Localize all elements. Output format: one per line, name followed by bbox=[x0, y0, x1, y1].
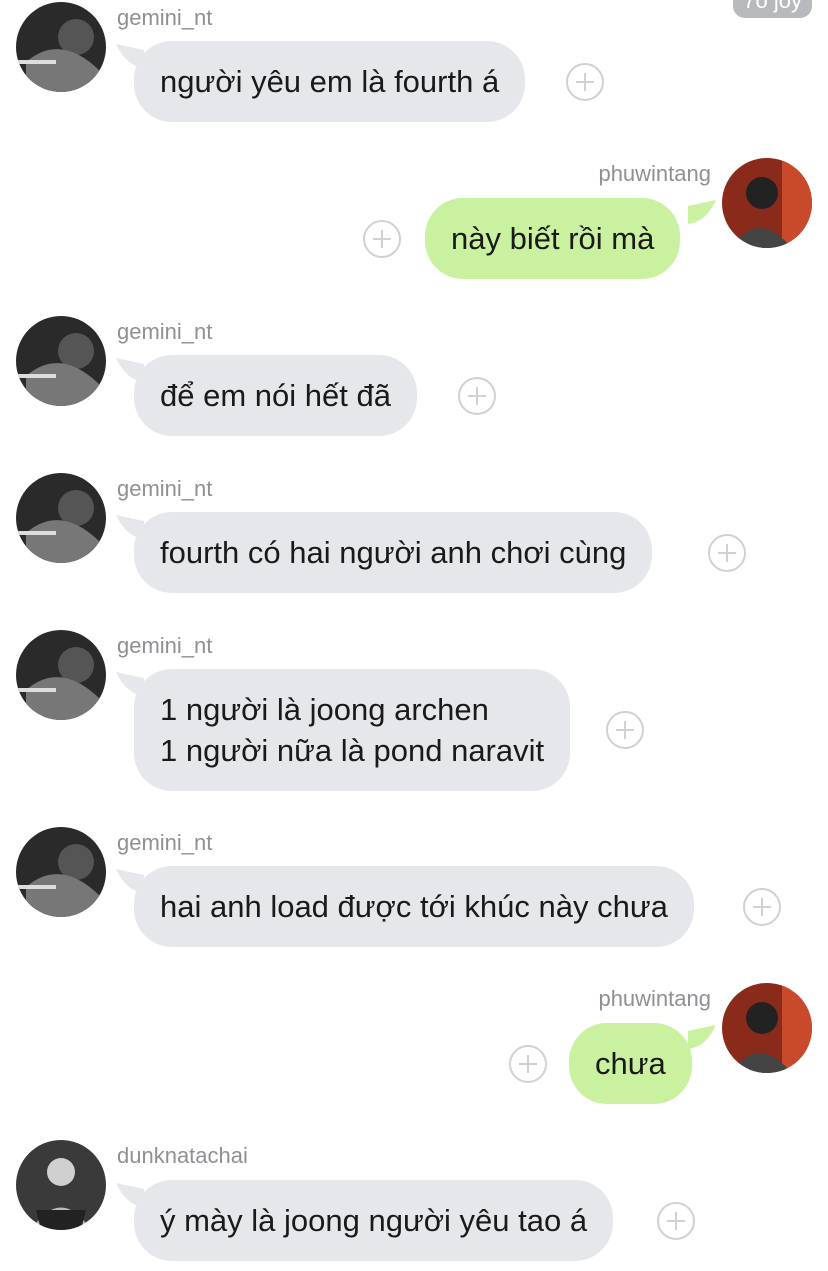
avatar-gemini[interactable] bbox=[16, 316, 106, 406]
sender-username: gemini_nt bbox=[117, 633, 213, 658]
plus-circle-icon[interactable] bbox=[458, 377, 496, 415]
plus-circle-icon[interactable] bbox=[743, 888, 781, 926]
message-bubble[interactable]: chưa bbox=[569, 1023, 692, 1104]
avatar-phuwin[interactable] bbox=[722, 158, 812, 248]
plus-circle-icon[interactable] bbox=[363, 220, 401, 258]
avatar-gemini[interactable] bbox=[16, 630, 106, 720]
message-text: người yêu em là fourth á bbox=[160, 64, 500, 99]
message-bubble[interactable]: 1 người là joong archen 1 người nữa là p… bbox=[134, 669, 571, 791]
plus-circle-icon[interactable] bbox=[606, 711, 644, 749]
avatar-gemini[interactable] bbox=[16, 2, 106, 92]
message-text-line: 1 người nữa là pond naravit bbox=[160, 733, 545, 768]
sender-username: gemini_nt bbox=[117, 5, 213, 30]
message-bubble[interactable]: fourth có hai người anh chơi cùng bbox=[134, 512, 653, 593]
message-text: để em nói hết đã bbox=[160, 378, 391, 413]
sender-username: dunknatachai bbox=[117, 1143, 248, 1168]
message-bubble[interactable]: hai anh load được tới khúc này chưa bbox=[134, 866, 694, 947]
sender-username: gemini_nt bbox=[117, 830, 213, 855]
avatar-gemini[interactable] bbox=[16, 827, 106, 917]
message-bubble[interactable]: này biết rồi mà bbox=[425, 198, 681, 279]
message-bubble[interactable]: ý mày là joong người yêu tao á bbox=[134, 1180, 614, 1261]
plus-circle-icon[interactable] bbox=[657, 1202, 695, 1240]
plus-circle-icon[interactable] bbox=[509, 1045, 547, 1083]
bubble-tail bbox=[688, 1025, 716, 1053]
message-bubble[interactable]: người yêu em là fourth á bbox=[134, 41, 526, 122]
message-text: hai anh load được tới khúc này chưa bbox=[160, 889, 668, 924]
sender-username: phuwintang bbox=[598, 986, 711, 1011]
avatar-phuwin[interactable] bbox=[722, 983, 812, 1073]
message-text: fourth có hai người anh chơi cùng bbox=[160, 535, 627, 570]
bubble-tail bbox=[688, 200, 716, 228]
avatar-gemini[interactable] bbox=[16, 473, 106, 563]
message-text: ý mày là joong người yêu tao á bbox=[160, 1203, 588, 1238]
plus-circle-icon[interactable] bbox=[708, 534, 746, 572]
message-bubble[interactable]: để em nói hết đã bbox=[134, 355, 417, 436]
avatar-dunk[interactable] bbox=[16, 1140, 106, 1230]
message-text: chưa bbox=[595, 1046, 666, 1081]
corner-badge: 7ó joy bbox=[733, 0, 812, 18]
message-text-line: 1 người là joong archen bbox=[160, 692, 489, 727]
plus-circle-icon[interactable] bbox=[566, 63, 604, 101]
sender-username: gemini_nt bbox=[117, 319, 213, 344]
message-text: này biết rồi mà bbox=[451, 221, 655, 256]
sender-username: phuwintang bbox=[598, 161, 711, 186]
sender-username: gemini_nt bbox=[117, 476, 213, 501]
